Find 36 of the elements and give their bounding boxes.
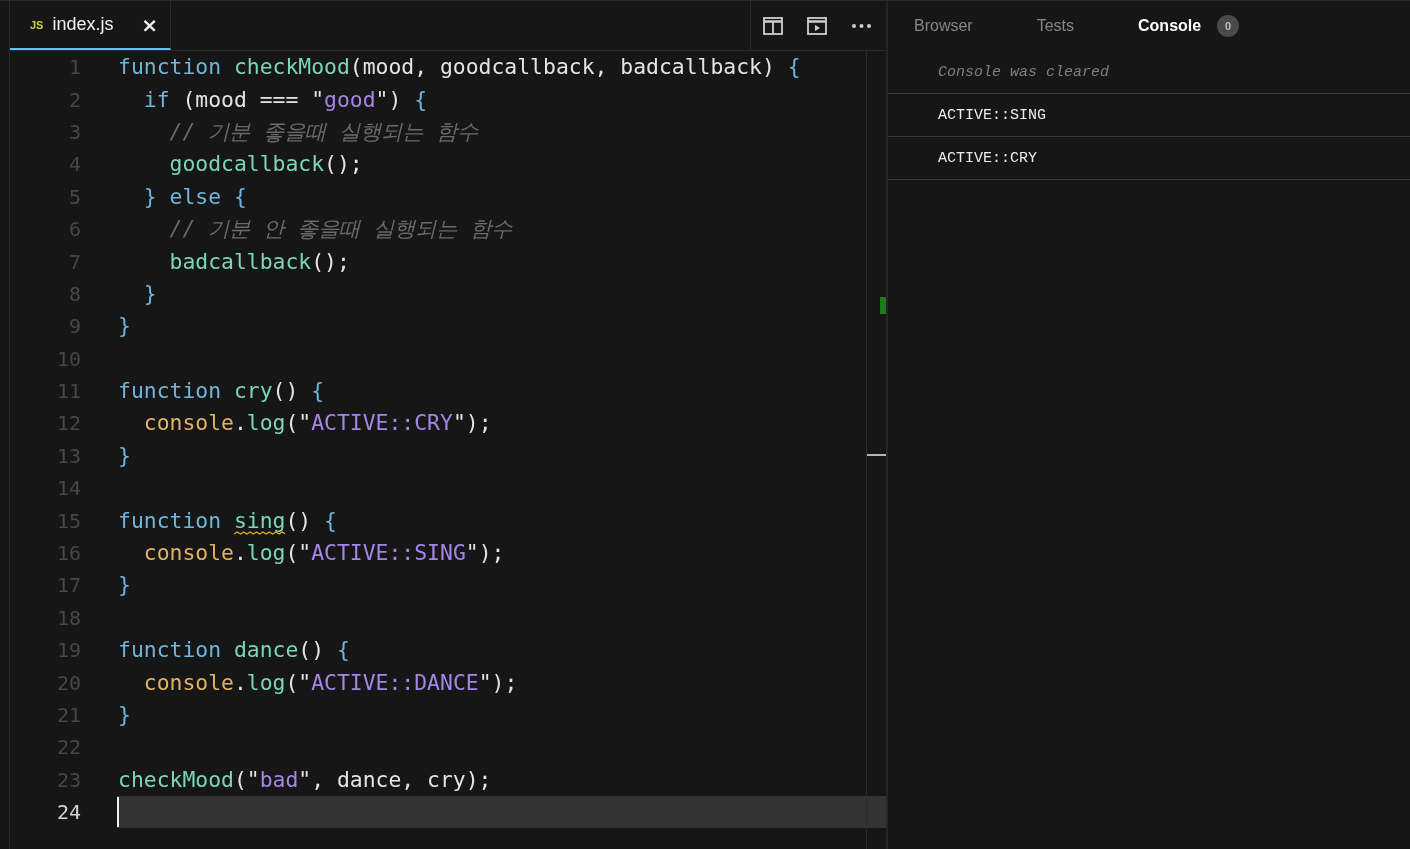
console-message: Console was cleared xyxy=(938,63,1110,81)
code-line: console.log("ACTIVE::SING"); xyxy=(143,540,505,567)
text-cursor xyxy=(117,797,119,828)
code-line: } xyxy=(118,572,131,599)
code-line: } xyxy=(118,702,131,728)
code-line: } xyxy=(118,313,131,340)
code-line: if (mood === "good") { xyxy=(143,86,428,113)
code-line: function checkMood(mood, goodcallback, badcallback) { xyxy=(118,54,801,81)
code-line: function dance() { xyxy=(118,637,350,664)
split-view-icon xyxy=(763,16,783,35)
preview-icon xyxy=(807,16,827,35)
file-tab[interactable]: JS index.js × xyxy=(10,1,171,50)
code-line: console.log("ACTIVE::DANCE"); xyxy=(143,669,518,696)
message-count: 0 xyxy=(1217,15,1240,37)
more-icon xyxy=(851,23,871,28)
code-line: // 기분 좋을때 실행되는 함수 xyxy=(169,118,478,145)
code-line: } xyxy=(143,280,157,307)
console-message: ACTIVE::CRY xyxy=(938,149,1038,167)
scroll-marker-icon xyxy=(880,297,886,314)
panel-tab[interactable]: Browser xyxy=(914,17,973,35)
code-line: function cry() { xyxy=(118,378,325,405)
code-line: goodcallback(); xyxy=(169,151,363,178)
code-line: function sing() { xyxy=(118,507,337,534)
console-message: ACTIVE::SING xyxy=(938,106,1047,124)
panel-tab[interactable]: Console xyxy=(1138,17,1202,35)
code-line: badcallback(); xyxy=(169,248,350,275)
code-line: checkMood("bad", dance, cry); xyxy=(118,766,492,793)
code-line: // 기분 안 좋을때 실행되는 함수 xyxy=(169,216,512,243)
close-button[interactable]: × xyxy=(139,14,160,35)
line-marker-icon xyxy=(867,454,886,456)
file-type-label: JS xyxy=(30,18,44,31)
panel-tab[interactable]: Tests xyxy=(1036,17,1075,35)
code-line: } else { xyxy=(143,183,247,210)
code-line: } xyxy=(118,442,131,469)
code-line: console.log("ACTIVE::CRY"); xyxy=(143,410,492,437)
line-number: 24 xyxy=(55,799,81,826)
